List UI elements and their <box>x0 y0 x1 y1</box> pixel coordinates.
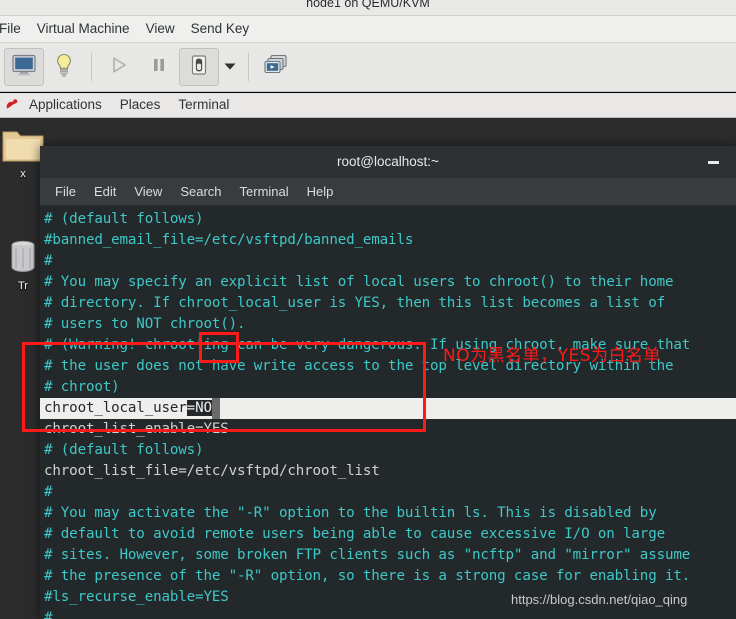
shutdown-button[interactable] <box>179 48 219 86</box>
terminal-window[interactable]: root@localhost:~ File Edit View Search T… <box>40 146 736 619</box>
screen-root: node1 on QEMU/KVM File Virtual Machine V… <box>0 0 736 619</box>
trash-icon <box>3 240 43 279</box>
watermark: https://blog.csdn.net/qiao_qing <box>511 592 688 607</box>
terminal-line: # <box>44 610 53 619</box>
panel-terminal[interactable]: Terminal <box>169 93 238 117</box>
terminal-line: # chroot) <box>44 379 120 395</box>
terminal-line: #banned_email_file=/etc/vsftpd/banned_em… <box>44 232 414 248</box>
terminal-text-area[interactable]: # (default follows) #banned_email_file=/e… <box>40 206 736 619</box>
menu-view[interactable]: View <box>138 16 183 42</box>
snapshot-icon <box>264 54 288 81</box>
term-menu-terminal[interactable]: Terminal <box>231 178 298 205</box>
terminal-minimize-button[interactable] <box>700 146 726 178</box>
annotation-note: NO为黑名单，YES为白名单 <box>443 346 662 366</box>
terminal-line: chroot_list_file=/etc/vsftpd/chroot_list <box>44 463 380 479</box>
terminal-line: chroot_local_user=NO <box>40 398 736 419</box>
terminal-line: # default to avoid remote users being ab… <box>44 526 665 542</box>
terminal-line: # <box>44 484 53 500</box>
panel-applications[interactable]: Applications <box>20 93 111 117</box>
term-menu-search[interactable]: Search <box>171 178 230 205</box>
term-menu-edit[interactable]: Edit <box>85 178 125 205</box>
power-switch-icon <box>189 54 209 81</box>
panel-places[interactable]: Places <box>111 93 170 117</box>
snapshots-button[interactable] <box>256 48 296 86</box>
console-view-button[interactable] <box>4 48 44 86</box>
monitor-icon <box>12 54 36 81</box>
vm-menubar: File Virtual Machine View Send Key <box>0 16 736 43</box>
terminal-line: # You may activate the "-R" option to th… <box>44 505 657 521</box>
lightbulb-icon <box>54 53 74 82</box>
vm-window-title: node1 on QEMU/KVM <box>306 0 430 10</box>
terminal-line: # (default follows) <box>44 442 204 458</box>
menu-file[interactable]: File <box>0 16 29 42</box>
play-icon <box>109 55 129 80</box>
caret-down-icon <box>223 58 237 76</box>
run-button[interactable] <box>99 48 139 86</box>
toolbar-separator-1 <box>91 53 92 81</box>
vm-toolbar <box>0 43 736 92</box>
terminal-line: # the presence of the "-R" option, so th… <box>44 568 691 584</box>
terminal-line: # users to NOT chroot(). <box>44 316 246 332</box>
vm-window-titlebar: node1 on QEMU/KVM <box>0 0 736 16</box>
guest-desktop-surface[interactable]: x Tr root@localhost:~ File Edit View Sea… <box>0 118 736 619</box>
term-menu-help[interactable]: Help <box>298 178 343 205</box>
terminal-menubar: File Edit View Search Terminal Help <box>40 178 736 206</box>
terminal-line: # You may specify an explicit list of lo… <box>44 274 674 290</box>
gnome-top-panel: Applications Places Terminal <box>0 93 736 118</box>
details-view-button[interactable] <box>44 48 84 86</box>
terminal-line: # <box>44 253 53 269</box>
term-menu-view[interactable]: View <box>125 178 171 205</box>
shutdown-menu-button[interactable] <box>219 48 241 86</box>
pause-icon <box>150 56 168 79</box>
terminal-titlebar[interactable]: root@localhost:~ <box>40 146 736 178</box>
terminal-line: # directory. If chroot_local_user is YES… <box>44 295 665 311</box>
fedora-logo-icon[interactable] <box>4 97 20 113</box>
minimize-icon <box>707 160 719 164</box>
terminal-line: # (default follows) <box>44 211 204 227</box>
menu-send-key[interactable]: Send Key <box>183 16 258 42</box>
terminal-line: chroot_list_enable=YES <box>44 421 229 437</box>
menu-virtual-machine[interactable]: Virtual Machine <box>29 16 138 42</box>
terminal-title: root@localhost:~ <box>337 154 439 169</box>
terminal-line: # sites. However, some broken FTP client… <box>44 547 691 563</box>
term-menu-file[interactable]: File <box>46 178 85 205</box>
pause-button[interactable] <box>139 48 179 86</box>
toolbar-separator-2 <box>248 53 249 81</box>
